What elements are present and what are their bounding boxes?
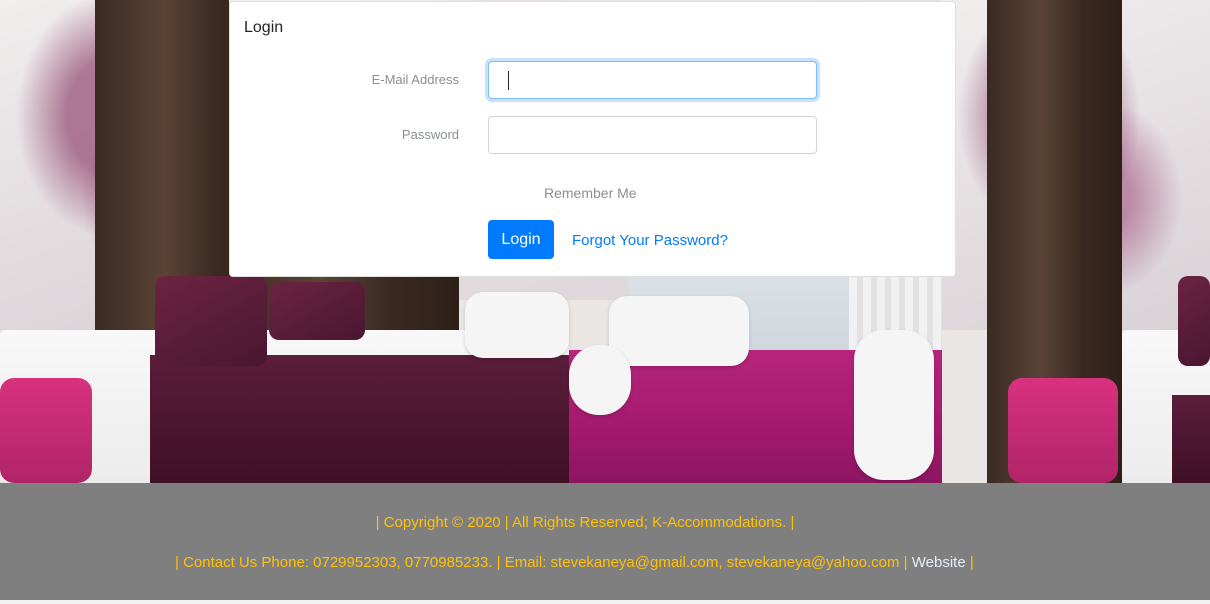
login-button[interactable]: Login	[488, 220, 554, 259]
remember-me-label[interactable]: Remember Me	[544, 185, 637, 201]
footer-contact: | Contact Us Phone: 0729952303, 07709852…	[175, 554, 974, 571]
password-label: Password	[401, 127, 459, 142]
website-link[interactable]: Website	[912, 554, 966, 571]
footer-copyright: | Copyright © 2020 | All Rights Reserved…	[375, 514, 795, 531]
background-tile-right	[942, 0, 1210, 483]
login-card: Login E-Mail Address Password Remember M…	[229, 1, 956, 277]
email-field[interactable]	[488, 61, 817, 99]
login-card-header: Login	[244, 19, 284, 36]
email-label: E-Mail Address	[371, 72, 459, 87]
text-caret	[508, 71, 509, 90]
footer-contact-text: | Contact Us Phone: 0729952303, 07709852…	[175, 554, 908, 571]
password-field[interactable]	[488, 116, 817, 154]
footer-contact-end: |	[969, 554, 974, 571]
bottom-strip	[0, 600, 1210, 604]
page: Login E-Mail Address Password Remember M…	[0, 0, 1210, 604]
footer: | Copyright © 2020 | All Rights Reserved…	[0, 483, 1210, 600]
forgot-password-link[interactable]: Forgot Your Password?	[572, 232, 728, 249]
